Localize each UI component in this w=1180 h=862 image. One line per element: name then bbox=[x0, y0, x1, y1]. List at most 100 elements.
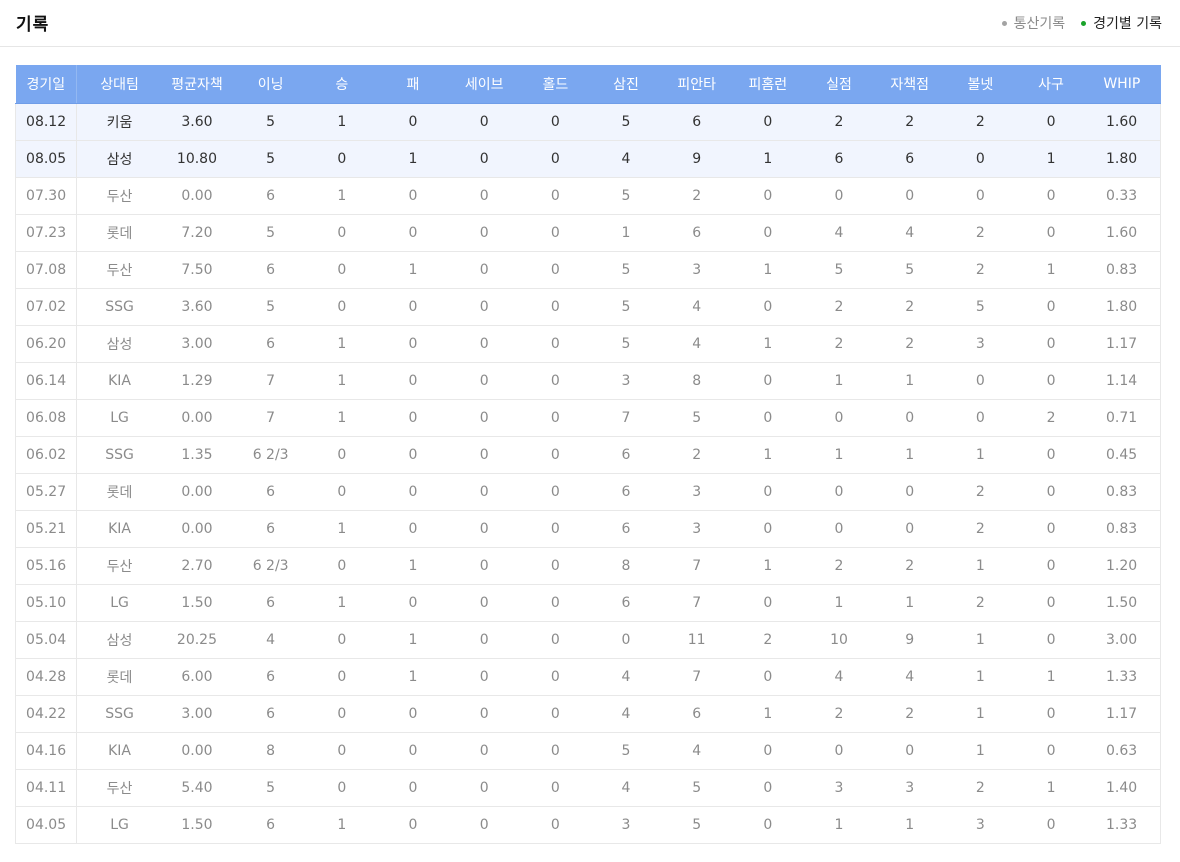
game-records-table: 경기일 상대팀 평균자책 이닝 승 패 세이브 홀드 삼진 피안타 피홈런 실점 자책점 볼넷 사구 WHIP… bbox=[14, 65, 1162, 844]
table-cell: 6 bbox=[232, 658, 310, 696]
table-row: 06.20 삼성 3.00 6 1 0 0 0 5 4 1 2 2 3 0 1.17 bbox=[14, 325, 1162, 363]
table-cell: 4 bbox=[593, 769, 659, 807]
table-cell: 0 bbox=[735, 584, 801, 622]
table-cell: 2 bbox=[941, 769, 1019, 807]
table-cell: 1.17 bbox=[1083, 695, 1162, 733]
table-cell: 6 bbox=[593, 510, 659, 548]
table-cell: 0 bbox=[735, 177, 801, 215]
table-cell: 0 bbox=[516, 436, 594, 474]
table-cell: 1 bbox=[309, 103, 375, 141]
table-row: 04.11 두산 5.40 5 0 0 0 0 4 5 0 3 3 2 1 1.40 bbox=[14, 769, 1162, 807]
table-cell: 3.00 bbox=[161, 325, 233, 363]
tab-career-records[interactable]: 통산기록 bbox=[1001, 13, 1065, 33]
table-cell: 0 bbox=[374, 473, 452, 511]
table-cell: 8 bbox=[232, 732, 310, 770]
table-cell: 6 2/3 bbox=[232, 436, 310, 474]
table-row: 06.08 LG 0.00 7 1 0 0 0 7 5 0 0 0 0 2 0.71 bbox=[14, 399, 1162, 437]
table-cell: 0 bbox=[309, 288, 375, 326]
column-header: 사구 bbox=[1018, 65, 1084, 104]
table-cell: 1 bbox=[374, 140, 452, 178]
table-cell: 2 bbox=[877, 325, 942, 363]
table-cell: 04.16 bbox=[14, 732, 78, 770]
table-cell: 0 bbox=[374, 584, 452, 622]
table-cell: 05.10 bbox=[14, 584, 78, 622]
table-cell: 6 bbox=[232, 325, 310, 363]
table-cell: 2 bbox=[941, 103, 1019, 141]
table-cell: 1.60 bbox=[1083, 214, 1162, 252]
table-cell: 롯데 bbox=[76, 658, 162, 696]
table-row: 04.16 KIA 0.00 8 0 0 0 0 5 4 0 0 0 1 0 0.63 bbox=[14, 732, 1162, 770]
table-cell: 1 bbox=[374, 251, 452, 289]
column-header: 이닝 bbox=[232, 65, 310, 104]
tab-game-records[interactable]: 경기별 기록 bbox=[1081, 13, 1162, 33]
table-row: 06.14 KIA 1.29 7 1 0 0 0 3 8 0 1 1 0 0 1.14 bbox=[14, 362, 1162, 400]
page-title: 기록 bbox=[16, 15, 50, 35]
table-cell: 0.00 bbox=[161, 177, 233, 215]
table-cell: 05.21 bbox=[14, 510, 78, 548]
table-cell: 0 bbox=[451, 473, 517, 511]
column-header: 볼넷 bbox=[941, 65, 1019, 104]
table-cell: 6 bbox=[593, 473, 659, 511]
table-cell: 0 bbox=[451, 140, 517, 178]
table-cell: 1 bbox=[309, 325, 375, 363]
table-cell: 0.63 bbox=[1083, 732, 1162, 770]
table-cell: 0 bbox=[309, 769, 375, 807]
table-cell: 0 bbox=[309, 251, 375, 289]
table-cell: 0 bbox=[374, 103, 452, 141]
table-cell: 0.83 bbox=[1083, 251, 1162, 289]
table-cell: LG bbox=[76, 806, 162, 844]
table-cell: 6 bbox=[232, 473, 310, 511]
table-cell: 0.00 bbox=[161, 732, 233, 770]
table-row: 07.02 SSG 3.60 5 0 0 0 0 5 4 0 2 2 5 0 1.80 bbox=[14, 288, 1162, 326]
table-cell: 1 bbox=[309, 177, 375, 215]
table-cell: 6 bbox=[232, 251, 310, 289]
table-cell: 06.20 bbox=[14, 325, 78, 363]
table-cell: 07.30 bbox=[14, 177, 78, 215]
table-cell: 6 bbox=[593, 584, 659, 622]
table-cell: 삼성 bbox=[76, 621, 162, 659]
table-cell: 0 bbox=[309, 658, 375, 696]
table-cell: 3 bbox=[593, 806, 659, 844]
table-cell: 2 bbox=[800, 103, 878, 141]
table-cell: 0 bbox=[374, 732, 452, 770]
table-cell: KIA bbox=[76, 362, 162, 400]
active-dot-icon bbox=[1081, 20, 1087, 26]
table-cell: 0 bbox=[735, 769, 801, 807]
table-cell: 1 bbox=[309, 584, 375, 622]
table-cell: 0 bbox=[1018, 621, 1084, 659]
table-cell: 0 bbox=[516, 547, 594, 585]
table-cell: 0.45 bbox=[1083, 436, 1162, 474]
table-cell: 1 bbox=[374, 658, 452, 696]
table-row: 04.28 롯데 6.00 6 0 1 0 0 4 7 0 4 4 1 1 1.33 bbox=[14, 658, 1162, 696]
table-cell: 0 bbox=[516, 325, 594, 363]
column-header: 패 bbox=[374, 65, 452, 104]
table-cell: 1 bbox=[941, 658, 1019, 696]
table-cell: 6 bbox=[658, 103, 736, 141]
table-row: 04.05 LG 1.50 6 1 0 0 0 3 5 0 1 1 3 0 1.33 bbox=[14, 806, 1162, 844]
table-cell: 1 bbox=[941, 621, 1019, 659]
table-cell: 0 bbox=[1018, 177, 1084, 215]
column-header: 피안타 bbox=[658, 65, 736, 104]
table-cell: 10 bbox=[800, 621, 878, 659]
table-cell: 5 bbox=[232, 103, 310, 141]
table-cell: 0 bbox=[374, 399, 452, 437]
table-header-row: 경기일 상대팀 평균자책 이닝 승 패 세이브 홀드 삼진 피안타 피홈런 실점 자책점 볼넷 사구 WHIP bbox=[15, 65, 1161, 104]
table-cell: 04.28 bbox=[14, 658, 78, 696]
table-cell: SSG bbox=[76, 288, 162, 326]
table-cell: 5 bbox=[232, 214, 310, 252]
table-cell: 3 bbox=[877, 769, 942, 807]
table-cell: 2 bbox=[1018, 399, 1084, 437]
table-cell: 7 bbox=[232, 399, 310, 437]
table-cell: 0.00 bbox=[161, 473, 233, 511]
table-cell: SSG bbox=[76, 436, 162, 474]
table-cell: 두산 bbox=[76, 547, 162, 585]
table-cell: 0 bbox=[374, 325, 452, 363]
table-cell: 1 bbox=[1018, 658, 1084, 696]
table-row: 07.23 롯데 7.20 5 0 0 0 0 1 6 0 4 4 2 0 1.60 bbox=[14, 214, 1162, 252]
table-cell: 0 bbox=[516, 473, 594, 511]
tab-game-label: 경기별 기록 bbox=[1093, 16, 1162, 32]
table-cell: 1 bbox=[877, 584, 942, 622]
table-cell: 5 bbox=[232, 288, 310, 326]
table-cell: 2 bbox=[800, 547, 878, 585]
table-cell: 1 bbox=[309, 806, 375, 844]
